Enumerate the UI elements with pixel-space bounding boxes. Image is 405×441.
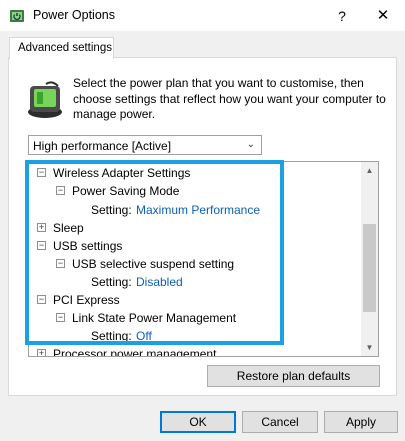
setting-usb-selective-suspend[interactable]: Setting: Disabled — [29, 273, 359, 291]
setting-label: Setting: — [91, 275, 132, 289]
tree-item-usb-settings[interactable]: − USB settings — [29, 237, 359, 255]
collapse-icon[interactable]: − — [37, 295, 46, 304]
power-plan-dropdown[interactable]: High performance [Active] ⌄ — [28, 135, 262, 155]
collapse-icon[interactable]: − — [37, 241, 46, 250]
tree-item-label: USB settings — [53, 239, 123, 253]
cancel-button[interactable]: Cancel — [242, 411, 318, 433]
vertical-scrollbar[interactable]: ▲ ▼ — [361, 162, 378, 356]
setting-value[interactable]: Off — [136, 327, 152, 345]
tree-item-label: Processor power management — [53, 347, 217, 357]
close-button[interactable]: ✕ — [365, 2, 401, 30]
expand-icon[interactable]: + — [37, 349, 46, 356]
battery-plan-icon — [28, 81, 62, 118]
ok-button[interactable]: OK — [160, 411, 236, 433]
apply-button[interactable]: Apply — [324, 411, 398, 433]
collapse-icon[interactable]: − — [56, 259, 65, 268]
setting-value[interactable]: Disabled — [136, 273, 183, 291]
tree-item-label: Wireless Adapter Settings — [53, 166, 191, 180]
tab-advanced-settings[interactable]: Advanced settings — [9, 37, 114, 59]
scrollbar-thumb[interactable] — [363, 224, 376, 312]
tree-item-link-state-power-management[interactable]: − Link State Power Management — [29, 309, 359, 327]
tree-item-label: PCI Express — [53, 293, 120, 307]
help-button[interactable]: ? — [327, 2, 357, 30]
window-title: Power Options — [33, 8, 115, 22]
title-bar: Power Options ? ✕ — [0, 0, 405, 31]
power-options-icon — [10, 10, 24, 22]
tree-item-label: Sleep — [53, 221, 84, 235]
settings-tree[interactable]: − Wireless Adapter Settings − Power Savi… — [28, 161, 379, 357]
plan-description: Select the power plan that you want to c… — [73, 76, 386, 121]
tree-item-power-saving-mode[interactable]: − Power Saving Mode — [29, 182, 359, 200]
setting-label: Setting: — [91, 329, 132, 343]
setting-power-saving-mode[interactable]: Setting: Maximum Performance — [29, 201, 359, 219]
tree-item-wireless-adapter-settings[interactable]: − Wireless Adapter Settings — [29, 164, 359, 182]
scroll-up-arrow-icon[interactable]: ▲ — [361, 162, 378, 179]
tree-item-pci-express[interactable]: − PCI Express — [29, 291, 359, 309]
collapse-icon[interactable]: − — [37, 168, 46, 177]
setting-link-state-power-management[interactable]: Setting: Off — [29, 327, 359, 345]
tree-item-label: Link State Power Management — [72, 311, 237, 325]
restore-plan-defaults-button[interactable]: Restore plan defaults — [207, 365, 380, 387]
expand-icon[interactable]: + — [37, 223, 46, 232]
collapse-icon[interactable]: − — [56, 313, 65, 322]
tree-item-label: USB selective suspend setting — [72, 257, 235, 271]
scroll-down-arrow-icon[interactable]: ▼ — [361, 339, 378, 356]
setting-label: Setting: — [91, 203, 132, 217]
tree-item-usb-selective-suspend[interactable]: − USB selective suspend setting — [29, 255, 359, 273]
chevron-down-icon: ⌄ — [246, 139, 255, 150]
collapse-icon[interactable]: − — [56, 186, 65, 195]
power-plan-value: High performance [Active] — [33, 139, 172, 153]
tree-item-label: Power Saving Mode — [72, 184, 180, 198]
tab-label: Advanced settings — [18, 42, 112, 54]
tree-item-sleep[interactable]: + Sleep — [29, 219, 359, 237]
setting-value[interactable]: Maximum Performance — [136, 201, 260, 219]
tree-item-processor-power-management[interactable]: + Processor power management — [29, 345, 359, 357]
